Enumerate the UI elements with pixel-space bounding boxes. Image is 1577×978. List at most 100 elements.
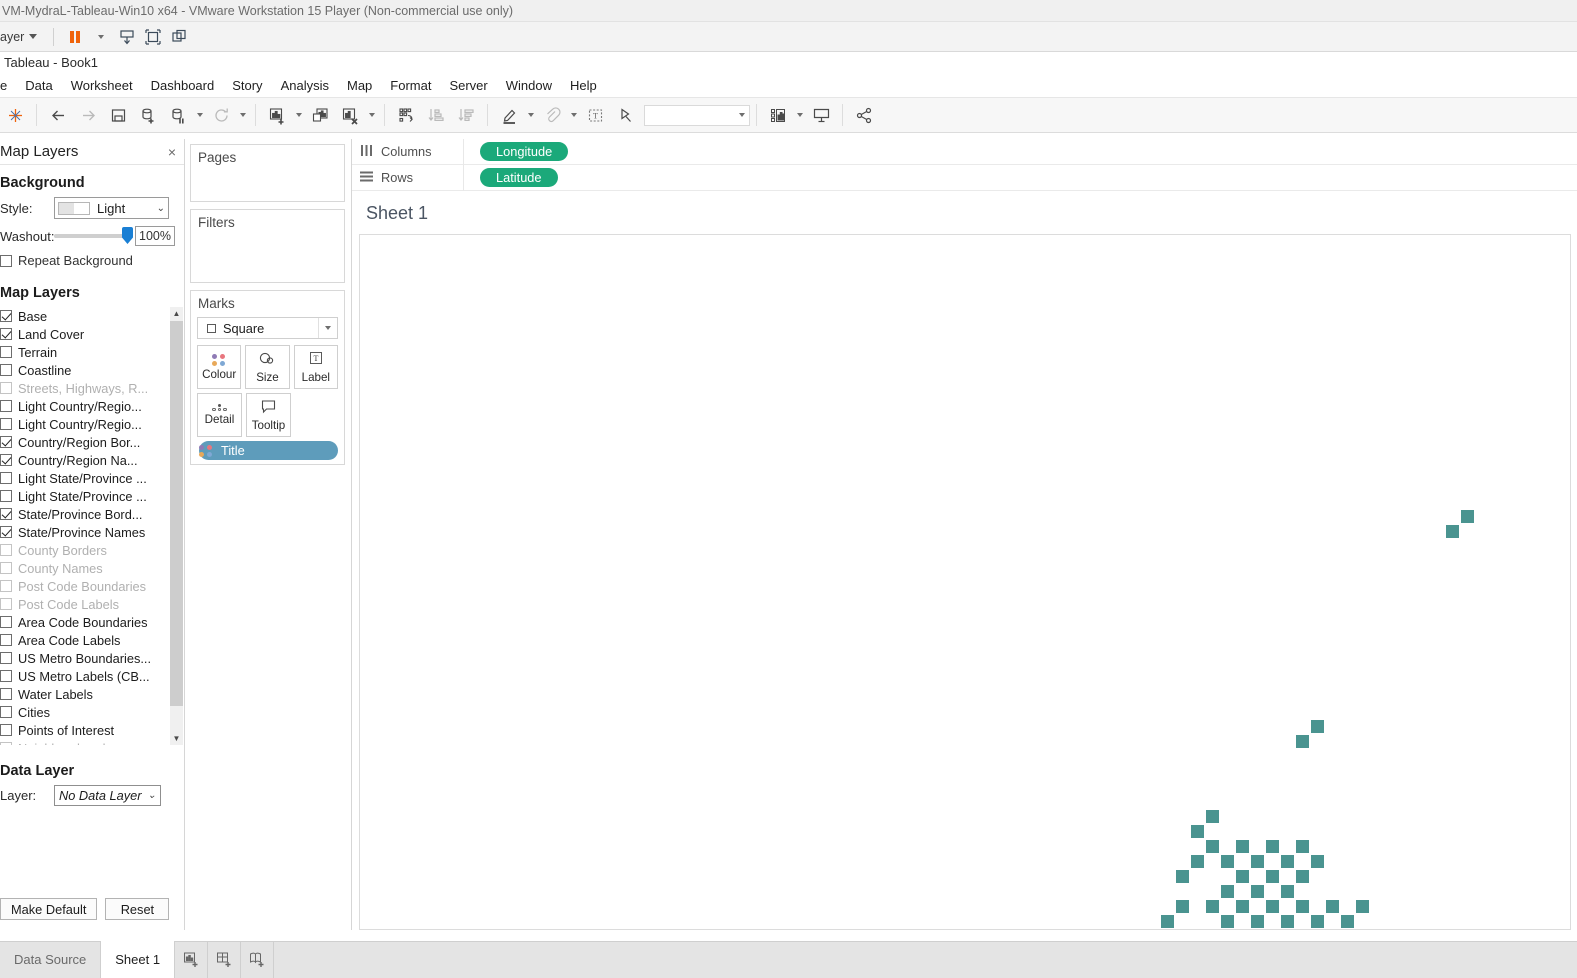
map-mark-square[interactable] bbox=[1281, 885, 1294, 898]
map-mark-square[interactable] bbox=[1311, 915, 1324, 928]
map-mark-square[interactable] bbox=[1266, 870, 1279, 883]
scrollbar-thumb[interactable] bbox=[170, 321, 183, 706]
map-mark-square[interactable] bbox=[1266, 900, 1279, 913]
filters-card[interactable]: Filters bbox=[190, 209, 345, 283]
map-layer-item[interactable]: State/Province Names bbox=[0, 523, 166, 541]
refresh-icon[interactable] bbox=[206, 100, 236, 130]
viz-container[interactable] bbox=[359, 234, 1571, 930]
map-mark-square[interactable] bbox=[1311, 720, 1324, 733]
tab-sheet-1[interactable]: Sheet 1 bbox=[101, 941, 176, 978]
pill-longitude[interactable]: Longitude bbox=[480, 142, 569, 161]
pages-card[interactable]: Pages bbox=[190, 144, 345, 202]
map-mark-square[interactable] bbox=[1446, 525, 1459, 538]
show-me-dropdown-icon[interactable] bbox=[793, 100, 806, 130]
map-layer-checkbox[interactable] bbox=[0, 706, 12, 718]
map-layer-item[interactable]: US Metro Boundaries... bbox=[0, 649, 166, 667]
tooltip-button[interactable]: Tooltip bbox=[246, 393, 291, 437]
presentation-mode-icon[interactable] bbox=[806, 100, 836, 130]
menu-item-map[interactable]: Map bbox=[338, 76, 381, 95]
map-layer-item[interactable]: Area Code Boundaries bbox=[0, 613, 166, 631]
pause-icon[interactable] bbox=[62, 25, 88, 49]
map-mark-square[interactable] bbox=[1221, 855, 1234, 868]
map-mark-square[interactable] bbox=[1176, 900, 1189, 913]
new-worksheet-icon[interactable] bbox=[262, 100, 292, 130]
share-icon[interactable] bbox=[849, 100, 879, 130]
map-mark-square[interactable] bbox=[1251, 855, 1264, 868]
new-story-icon[interactable] bbox=[241, 941, 275, 978]
map-layer-item[interactable]: State/Province Bord... bbox=[0, 505, 166, 523]
columns-shelf[interactable]: Columns Longitude bbox=[352, 138, 1577, 165]
map-layer-checkbox[interactable] bbox=[0, 652, 12, 664]
colour-button[interactable]: Colour bbox=[197, 345, 242, 389]
map-layer-checkbox[interactable] bbox=[0, 346, 12, 358]
mark-type-select[interactable]: Square bbox=[197, 317, 338, 339]
map-layer-item[interactable]: Country/Region Na... bbox=[0, 451, 166, 469]
map-mark-square[interactable] bbox=[1326, 900, 1339, 913]
new-dashboard-icon[interactable] bbox=[208, 941, 242, 978]
map-mark-square[interactable] bbox=[1191, 855, 1204, 868]
map-layer-item[interactable]: Country/Region Bor... bbox=[0, 433, 166, 451]
refresh-dropdown-icon[interactable] bbox=[236, 100, 249, 130]
tableau-logo-icon[interactable] bbox=[0, 100, 30, 130]
pill-latitude[interactable]: Latitude bbox=[480, 168, 558, 187]
data-layer-select[interactable]: No Data Layer ⌄ bbox=[54, 785, 161, 806]
columns-shelf-drop[interactable]: Longitude bbox=[464, 139, 1577, 165]
highlight-icon[interactable] bbox=[494, 100, 524, 130]
map-layer-checkbox[interactable] bbox=[0, 634, 12, 646]
map-mark-square[interactable] bbox=[1206, 840, 1219, 853]
pause-dropdown-icon[interactable] bbox=[193, 100, 206, 130]
map-layer-checkbox[interactable] bbox=[0, 364, 12, 376]
map-mark-square[interactable] bbox=[1266, 840, 1279, 853]
map-mark-square[interactable] bbox=[1206, 900, 1219, 913]
fix-axes-icon[interactable] bbox=[610, 100, 640, 130]
swap-rows-cols-icon[interactable] bbox=[391, 100, 421, 130]
map-mark-square[interactable] bbox=[1356, 900, 1369, 913]
scroll-up-icon[interactable]: ▲ bbox=[170, 307, 183, 320]
menu-item-file[interactable]: e bbox=[0, 76, 16, 95]
map-mark-square[interactable] bbox=[1251, 885, 1264, 898]
save-icon[interactable] bbox=[103, 100, 133, 130]
map-mark-square[interactable] bbox=[1311, 855, 1324, 868]
repeat-background-checkbox[interactable] bbox=[0, 254, 12, 267]
map-layer-checkbox[interactable] bbox=[0, 310, 12, 322]
menu-item-analysis[interactable]: Analysis bbox=[272, 76, 338, 95]
send-key-icon[interactable] bbox=[114, 25, 140, 49]
group-dropdown-icon[interactable] bbox=[567, 100, 580, 130]
show-me-icon[interactable] bbox=[763, 100, 793, 130]
menu-item-help[interactable]: Help bbox=[561, 76, 606, 95]
map-mark-square[interactable] bbox=[1461, 510, 1474, 523]
map-layer-item[interactable]: Base bbox=[0, 307, 166, 325]
size-button[interactable]: Size bbox=[245, 345, 290, 389]
colour-pill-title[interactable]: Title bbox=[199, 441, 338, 460]
menu-item-window[interactable]: Window bbox=[497, 76, 561, 95]
map-layer-item[interactable]: Points of Interest bbox=[0, 721, 166, 739]
map-layer-checkbox[interactable] bbox=[0, 688, 12, 700]
map-mark-square[interactable] bbox=[1176, 870, 1189, 883]
new-worksheet-dropdown-icon[interactable] bbox=[292, 100, 305, 130]
map-mark-square[interactable] bbox=[1221, 885, 1234, 898]
map-mark-square[interactable] bbox=[1161, 915, 1174, 928]
duplicate-sheet-icon[interactable] bbox=[305, 100, 335, 130]
scroll-down-icon[interactable]: ▼ bbox=[170, 732, 183, 745]
vmware-player-menu[interactable]: ayer bbox=[0, 30, 45, 44]
map-layer-checkbox[interactable] bbox=[0, 724, 12, 736]
map-mark-square[interactable] bbox=[1296, 840, 1309, 853]
map-layer-item[interactable]: Terrain bbox=[0, 343, 166, 361]
map-layer-item[interactable]: Land Cover bbox=[0, 325, 166, 343]
map-mark-square[interactable] bbox=[1281, 915, 1294, 928]
map-mark-square[interactable] bbox=[1236, 870, 1249, 883]
fullscreen-icon[interactable] bbox=[140, 25, 166, 49]
symbol-map-canvas[interactable] bbox=[360, 235, 1570, 929]
new-worksheet-icon[interactable] bbox=[175, 941, 209, 978]
washout-slider[interactable] bbox=[54, 227, 133, 244]
map-layer-checkbox[interactable] bbox=[0, 670, 12, 682]
forward-icon[interactable] bbox=[73, 100, 103, 130]
menu-item-data[interactable]: Data bbox=[16, 76, 61, 95]
map-layer-item[interactable]: Light State/Province ... bbox=[0, 487, 166, 505]
map-layer-checkbox[interactable] bbox=[0, 526, 12, 538]
map-mark-square[interactable] bbox=[1221, 915, 1234, 928]
map-mark-square[interactable] bbox=[1296, 870, 1309, 883]
map-layer-checkbox[interactable] bbox=[0, 454, 12, 466]
make-default-button[interactable]: Make Default bbox=[0, 898, 98, 920]
map-layer-item[interactable]: Area Code Labels bbox=[0, 631, 166, 649]
